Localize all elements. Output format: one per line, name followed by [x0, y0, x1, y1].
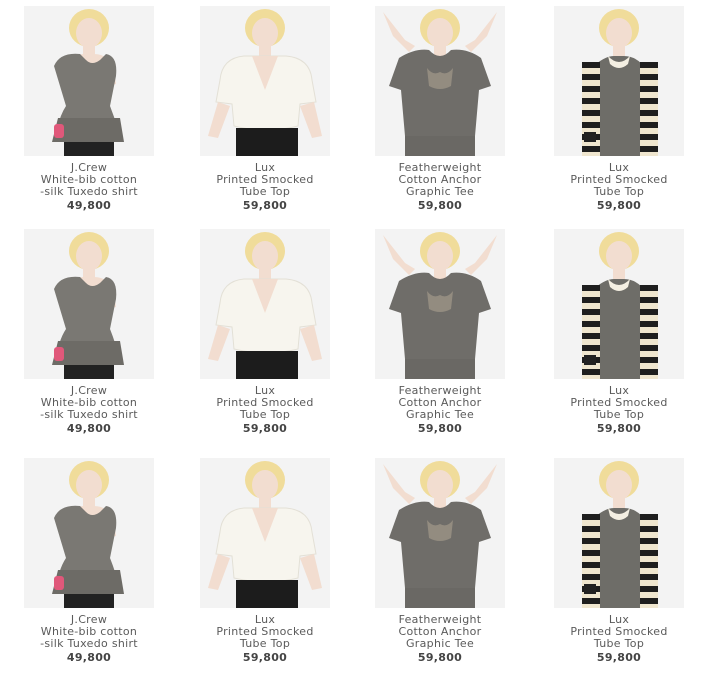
product-name-line2: Graphic Tee: [405, 637, 475, 650]
product-price: 49,800: [66, 422, 112, 435]
product-name-line2: Graphic Tee: [405, 185, 475, 198]
product-price: 59,800: [596, 199, 642, 212]
product-name-line2: -silk Tuxedo shirt: [40, 408, 138, 421]
product-caption[interactable]: Featherweight Cotton Anchor Graphic Tee …: [375, 614, 505, 664]
product-name-line2: -silk Tuxedo shirt: [40, 185, 138, 198]
model-illustration: [554, 458, 684, 608]
product-caption[interactable]: Lux Printed Smocked Tube Top 59,800: [554, 385, 684, 435]
product-price: 59,800: [242, 422, 288, 435]
product-name-line2: Graphic Tee: [405, 408, 475, 421]
product-photo[interactable]: [554, 229, 684, 379]
product-price: 59,800: [596, 422, 642, 435]
product-photo[interactable]: [200, 458, 330, 608]
product-caption[interactable]: Lux Printed Smocked Tube Top 59,800: [200, 385, 330, 435]
model-illustration: [24, 6, 154, 156]
product-photo[interactable]: [200, 6, 330, 156]
product-caption[interactable]: J.Crew White-bib cotton -silk Tuxedo shi…: [24, 614, 154, 664]
product-photo[interactable]: [24, 6, 154, 156]
product-photo[interactable]: [375, 6, 505, 156]
product-price: 59,800: [242, 651, 288, 664]
product-caption[interactable]: Featherweight Cotton Anchor Graphic Tee …: [375, 385, 505, 435]
model-illustration: [200, 6, 330, 156]
product-photo[interactable]: [24, 229, 154, 379]
product-name-line2: -silk Tuxedo shirt: [40, 637, 138, 650]
model-illustration: [375, 6, 505, 156]
product-photo[interactable]: [375, 458, 505, 608]
product-photo[interactable]: [554, 6, 684, 156]
model-illustration: [24, 229, 154, 379]
product-name-line2: Tube Top: [593, 408, 645, 421]
product-price: 59,800: [242, 199, 288, 212]
product-photo[interactable]: [375, 229, 505, 379]
product-photo[interactable]: [200, 229, 330, 379]
model-illustration: [200, 229, 330, 379]
product-caption[interactable]: Lux Printed Smocked Tube Top 59,800: [554, 162, 684, 212]
product-price: 59,800: [417, 422, 463, 435]
product-name-line2: Tube Top: [239, 637, 291, 650]
product-name-line2: Tube Top: [593, 185, 645, 198]
product-caption[interactable]: J.Crew White-bib cotton -silk Tuxedo shi…: [24, 385, 154, 435]
model-illustration: [375, 458, 505, 608]
product-caption[interactable]: Lux Printed Smocked Tube Top 59,800: [554, 614, 684, 664]
product-photo[interactable]: [24, 458, 154, 608]
model-illustration: [554, 229, 684, 379]
product-caption[interactable]: J.Crew White-bib cotton -silk Tuxedo shi…: [24, 162, 154, 212]
product-caption[interactable]: Featherweight Cotton Anchor Graphic Tee …: [375, 162, 505, 212]
product-caption[interactable]: Lux Printed Smocked Tube Top 59,800: [200, 162, 330, 212]
product-name-line2: Tube Top: [239, 408, 291, 421]
product-price: 59,800: [417, 651, 463, 664]
product-name-line2: Tube Top: [593, 637, 645, 650]
product-price: 49,800: [66, 651, 112, 664]
product-grid: J.Crew White-bib cotton -silk Tuxedo shi…: [0, 0, 720, 678]
product-price: 59,800: [596, 651, 642, 664]
product-price: 49,800: [66, 199, 112, 212]
model-illustration: [554, 6, 684, 156]
model-illustration: [200, 458, 330, 608]
model-illustration: [24, 458, 154, 608]
product-caption[interactable]: Lux Printed Smocked Tube Top 59,800: [200, 614, 330, 664]
product-photo[interactable]: [554, 458, 684, 608]
model-illustration: [375, 229, 505, 379]
product-name-line2: Tube Top: [239, 185, 291, 198]
product-price: 59,800: [417, 199, 463, 212]
